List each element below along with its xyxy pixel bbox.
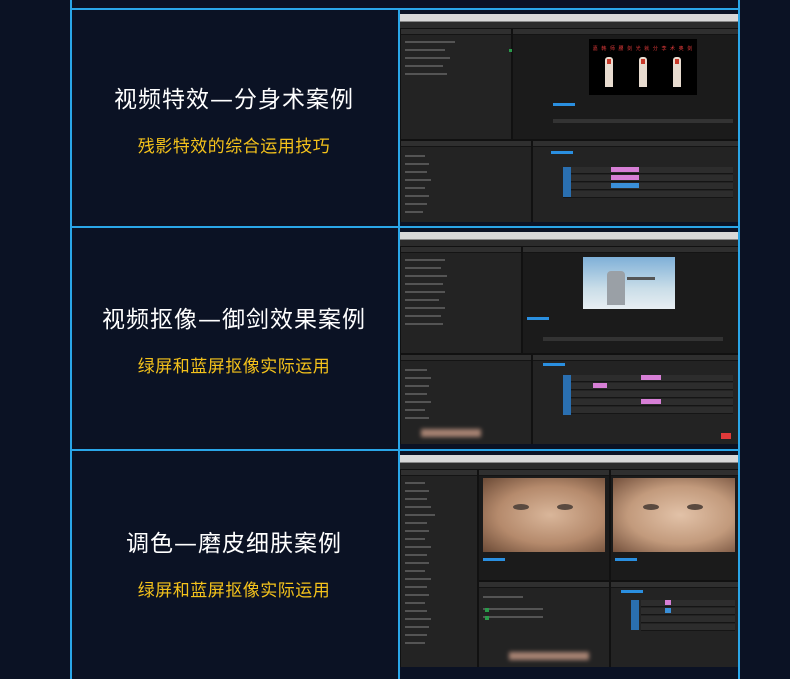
- timeline-clip: [665, 600, 671, 605]
- timeline-panel: [532, 354, 738, 444]
- source-monitor: [478, 469, 610, 581]
- timeline-clip: [641, 399, 661, 404]
- screenshot-premiere-skin-smoothing: [400, 455, 738, 667]
- project-panel: [400, 354, 532, 444]
- timecode: [553, 103, 575, 106]
- course-text-3: 调色—磨皮细肤案例 绿屏和蓝屏抠像实际运用: [70, 451, 398, 673]
- course-subtitle: 残影特效的综合运用技巧: [137, 136, 331, 157]
- effect-controls-panel: [400, 28, 519, 140]
- screenshot-premiere-keying: [400, 232, 738, 444]
- course-title: 调色—磨皮细肤案例: [126, 530, 342, 557]
- course-subtitle: 绿屏和蓝屏抠像实际运用: [137, 580, 331, 601]
- app-titlebar: [400, 455, 738, 463]
- preview-video: 嘉 韩 师 腰 剑 光 就 分 李 术 奥 剑: [589, 39, 697, 95]
- timeline-clip: [611, 175, 639, 180]
- preview-face-after: [613, 478, 735, 552]
- timeline-clip: [611, 167, 639, 172]
- course-text-1: 视频特效—分身术案例 残影特效的综合运用技巧: [70, 10, 398, 226]
- timeline-panel: [610, 581, 738, 667]
- course-title: 视频抠像—御剑效果案例: [102, 307, 366, 333]
- preview-face-before: [483, 478, 605, 552]
- course-row-3[interactable]: 调色—磨皮细肤案例 绿屏和蓝屏抠像实际运用: [70, 449, 740, 679]
- timecode: [615, 558, 637, 561]
- timeline-clip: [641, 375, 661, 380]
- timeline-clip: [611, 183, 639, 188]
- project-panel: [400, 140, 532, 222]
- screenshot-premiere-clone-effect: 嘉 韩 师 腰 剑 光 就 分 李 术 奥 剑: [400, 14, 738, 222]
- app-titlebar: [400, 232, 738, 240]
- course-title: 视频特效—分身术案例: [114, 86, 354, 113]
- course-row-1[interactable]: 视频特效—分身术案例 残影特效的综合运用技巧 嘉 韩 师 腰 剑 光 就 分 李…: [70, 8, 740, 226]
- course-text-2: 视频抠像—御剑效果案例 绿屏和蓝屏抠像实际运用: [70, 228, 398, 449]
- timecode: [483, 558, 505, 561]
- program-monitor: 嘉 韩 师 腰 剑 光 就 分 李 术 奥 剑: [512, 28, 738, 140]
- project-bin-panel: [478, 581, 610, 667]
- timecode: [527, 317, 549, 320]
- effect-controls-panel: [400, 246, 522, 354]
- preview-caption: 嘉 韩 师 腰 剑 光 就 分 李 术 奥 剑: [592, 46, 694, 52]
- app-titlebar: [400, 14, 738, 22]
- program-monitor: [610, 469, 738, 581]
- program-monitor: [522, 246, 738, 354]
- course-row-2[interactable]: 视频抠像—御剑效果案例 绿屏和蓝屏抠像实际运用: [70, 226, 740, 449]
- timeline-panel: [532, 140, 738, 222]
- preview-video: [583, 257, 675, 309]
- timeline-clip: [665, 608, 671, 613]
- course-subtitle: 绿屏和蓝屏抠像实际运用: [137, 357, 331, 377]
- project-panel: [400, 469, 478, 667]
- timeline-clip: [593, 383, 607, 388]
